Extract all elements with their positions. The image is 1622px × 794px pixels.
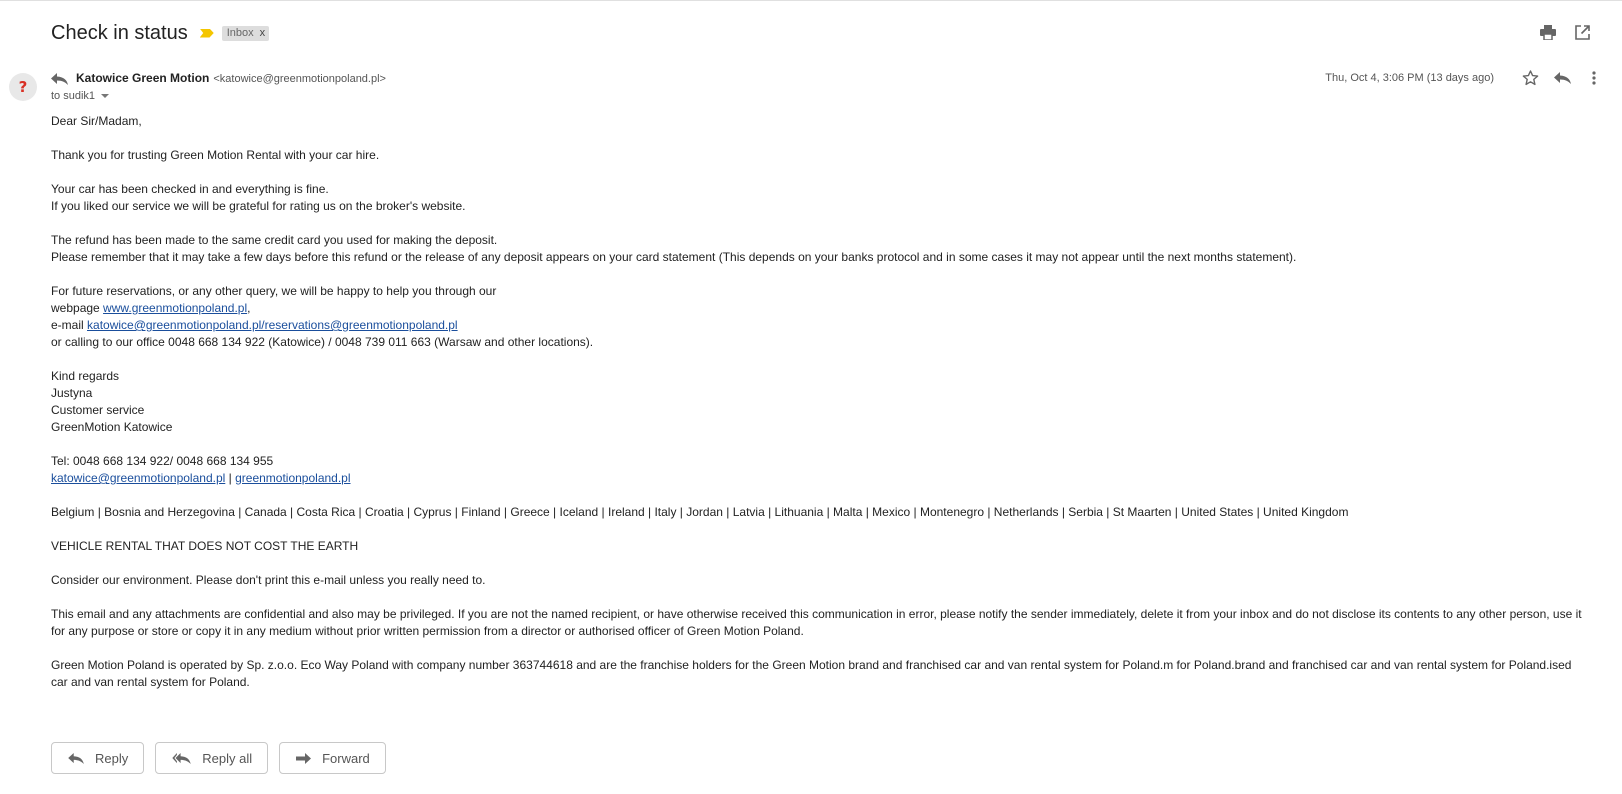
importance-marker-icon[interactable] [199, 28, 214, 38]
reply-all-button-label: Reply all [202, 750, 253, 766]
greeting: Dear Sir/Madam, [51, 114, 142, 128]
email-body: Dear Sir/Madam, Thank you for trusting G… [51, 113, 1591, 691]
sender-email: <katowice@greenmotionpoland.pl> [213, 73, 386, 85]
regards-line: Kind regards [51, 369, 120, 383]
forward-button-label: Forward [322, 750, 370, 766]
replied-indicator [51, 72, 68, 90]
avatar-question-icon: ? [18, 78, 28, 96]
print-icon [1540, 24, 1556, 40]
signature-web-link[interactable]: greenmotionpoland.pl [235, 471, 350, 485]
sender-avatar[interactable]: ? [9, 73, 37, 101]
email-link[interactable]: katowice@greenmotionpoland.pl/reservatio… [87, 318, 458, 332]
confidential-notice: This email and any attachments are confi… [51, 607, 1582, 638]
calling-line: or calling to our office 0048 668 134 92… [51, 335, 594, 349]
reply-button-label: Reply [95, 750, 129, 766]
recipient-text: to sudik1 [51, 90, 96, 102]
email-prefix: e-mail [51, 318, 88, 332]
reply-button[interactable]: Reply [51, 742, 145, 774]
thanks-line: Thank you for trusting Green Motion Rent… [51, 148, 380, 162]
star-button[interactable] [1520, 68, 1540, 88]
webpage-link[interactable]: www.greenmotionpoland.pl [103, 301, 247, 315]
signature-name: Justyna [51, 386, 93, 400]
webpage-suffix: , [247, 301, 251, 315]
email-line: e-mail katowice@greenmotionpoland.pl/res… [51, 317, 1591, 334]
open-in-new-icon [1574, 24, 1590, 40]
signature-email-link[interactable]: katowice@greenmotionpoland.pl [51, 471, 225, 485]
top-actions [1538, 22, 1592, 42]
remember-line: Please remember that it may take a few d… [51, 250, 1297, 264]
recipient-line: to sudik1 [51, 90, 110, 102]
show-details-chevron-down-icon[interactable] [101, 94, 110, 98]
sender-name[interactable]: Katowice Green Motion [76, 71, 209, 85]
tel-line: Tel: 0048 668 134 922/ 0048 668 134 955 [51, 454, 274, 468]
checked-in-line: Your car has been checked in and everyth… [51, 182, 329, 196]
print-button[interactable] [1538, 22, 1558, 42]
email-subject: Check in status [51, 21, 188, 44]
sender-line: Katowice Green Motion <katowice@greenmot… [76, 71, 386, 85]
reply-all-button[interactable]: Reply all [155, 742, 269, 774]
signature-separator: | [225, 471, 236, 485]
reply-actions: Reply Reply all Forward [51, 742, 386, 774]
forward-icon [296, 752, 312, 764]
inbox-label-chip: Inbox x [221, 25, 270, 41]
reply-icon [1553, 72, 1571, 84]
label-text: Inbox [226, 26, 254, 39]
top-divider [0, 0, 1622, 1]
forward-button[interactable]: Forward [279, 742, 386, 774]
webpage-prefix: webpage [51, 301, 104, 315]
subject-row: Check in status Inbox x [51, 18, 270, 48]
star-icon [1522, 70, 1538, 86]
operated-notice: Green Motion Poland is operated by Sp. z… [51, 658, 1572, 689]
refund-line: The refund has been made to the same cre… [51, 233, 498, 247]
message-meta: Thu, Oct 4, 3:06 PM (13 days ago) [1325, 68, 1604, 88]
future-line: For future reservations, or any other qu… [51, 284, 497, 298]
open-new-window-button[interactable] [1572, 22, 1592, 42]
reply-icon [68, 752, 84, 764]
signature-role: Customer service [51, 403, 145, 417]
reply-icon [51, 73, 68, 85]
slogan-line: VEHICLE RENTAL THAT DOES NOT COST THE EA… [51, 539, 359, 553]
remove-label-button[interactable]: x [260, 27, 266, 39]
rating-line: If you liked our service we will be grat… [51, 199, 466, 213]
more-vert-icon [1592, 71, 1596, 85]
environment-line: Consider our environment. Please don't p… [51, 573, 486, 587]
webpage-line: webpage www.greenmotionpoland.pl, [51, 300, 1591, 317]
more-options-button[interactable] [1584, 68, 1604, 88]
reply-all-icon [172, 752, 191, 764]
reply-header-button[interactable] [1552, 68, 1572, 88]
message-date: Thu, Oct 4, 3:06 PM (13 days ago) [1325, 72, 1494, 84]
countries-line: Belgium | Bosnia and Herzegovina | Canad… [51, 505, 1349, 519]
signature-links: katowice@greenmotionpoland.pl | greenmot… [51, 470, 1591, 487]
signature-company: GreenMotion Katowice [51, 420, 173, 434]
